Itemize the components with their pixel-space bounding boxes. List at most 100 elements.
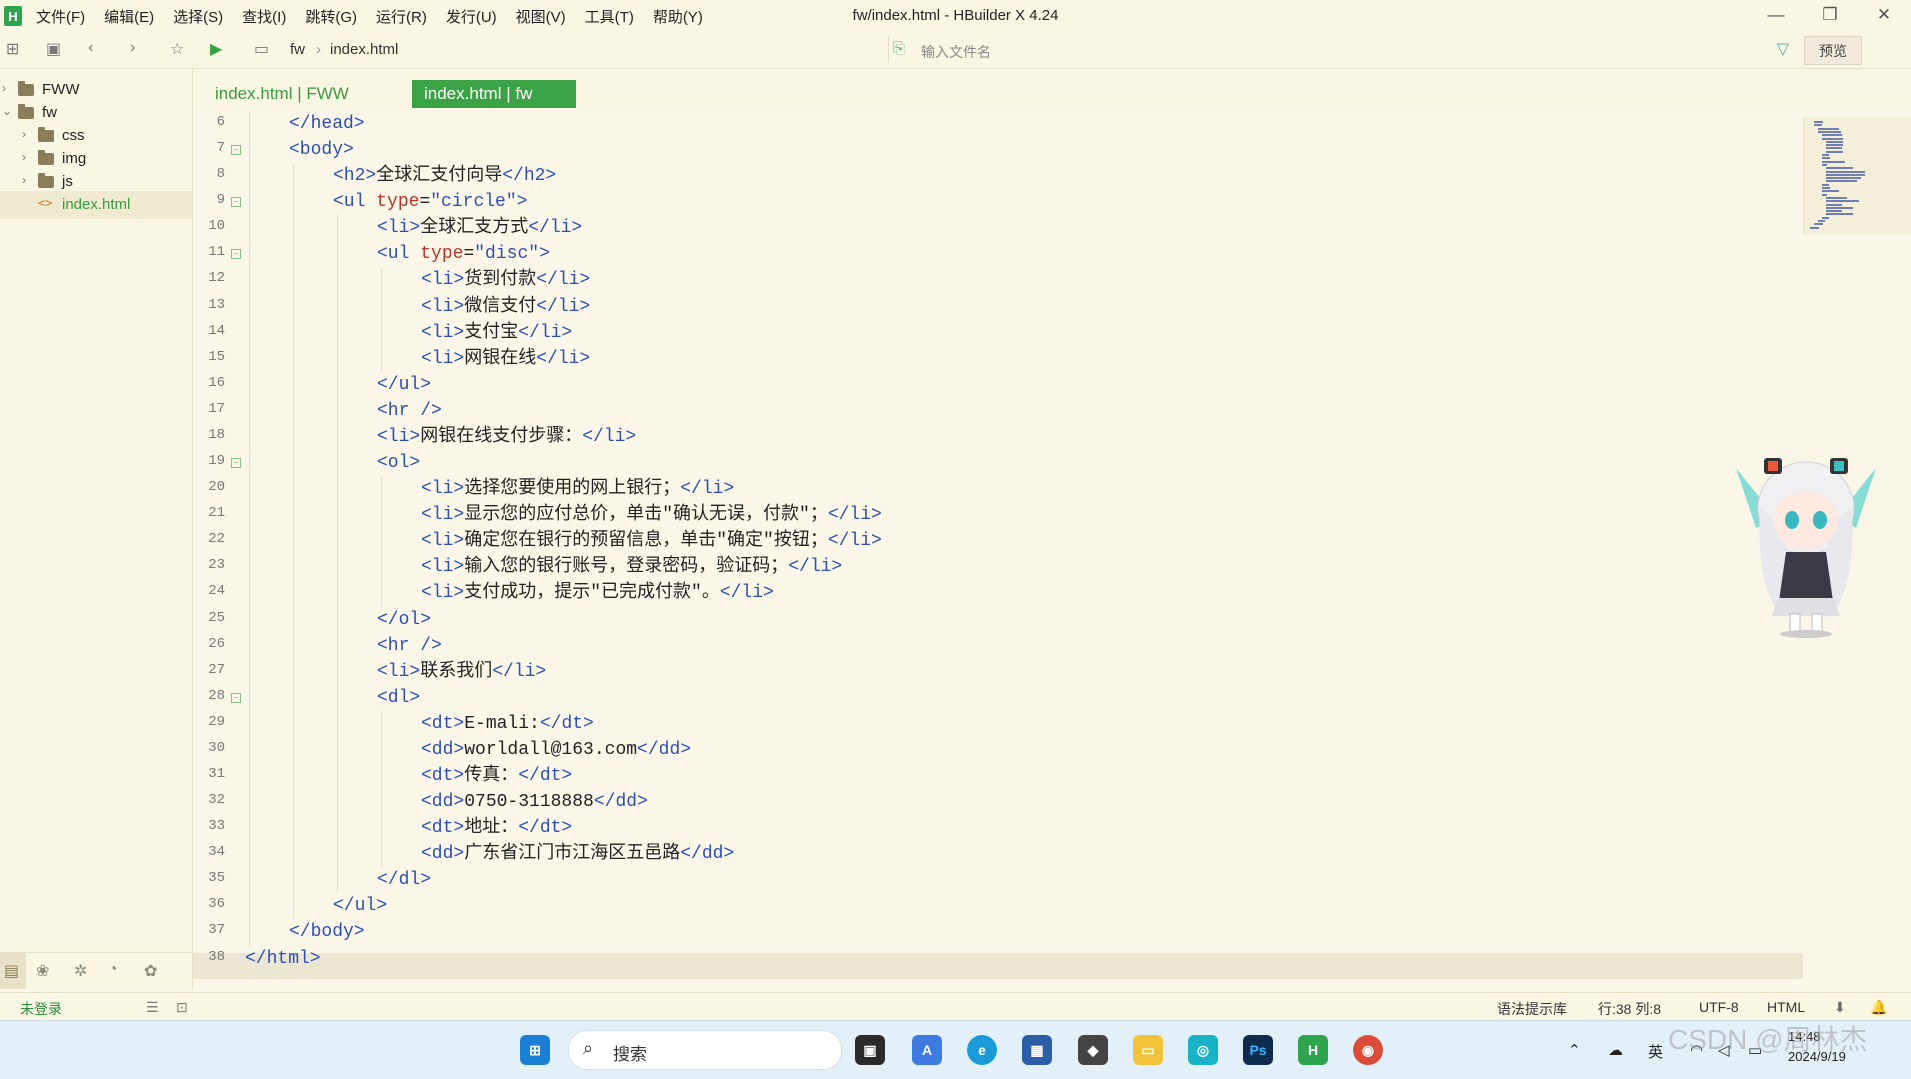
chevron-right-icon[interactable]: › [22,173,26,187]
code-line[interactable]: <li>网银在线</li> [245,346,1911,372]
code-line[interactable]: <h2>全球汇支付向导</h2> [245,163,1883,189]
file-explorer-icon[interactable]: ▭ [1133,1035,1163,1065]
edge-browser-icon[interactable]: e [967,1035,997,1065]
minimap[interactable] [1803,117,1911,234]
fold-toggle-icon[interactable]: − [231,197,241,208]
code-line[interactable]: <li>网银在线支付步骤：</li> [245,424,1911,450]
code-line[interactable]: <ul type="disc"> [245,241,1911,267]
code-line[interactable]: <li>确定您在银行的预留信息，单击"确定"按钮；</li> [245,528,1911,554]
code-line[interactable]: </dl> [245,867,1911,893]
code-line[interactable]: <dt>地址：</dt> [245,815,1911,841]
chevron-right-icon[interactable]: › [22,150,26,164]
code-line[interactable]: <dd>0750-3118888</dd> [245,789,1911,815]
menu-item[interactable]: 文件(F) [36,6,85,27]
code-line[interactable]: <dd>广东省江门市江海区五邑路</dd> [245,841,1911,867]
login-status[interactable]: 未登录 [20,999,62,1019]
code-editor[interactable]: 6 7−8 9−10 11−12 13 14 15 16 17 18 19−20 21 22 23 24 25… [193,109,1803,979]
language-mode[interactable]: HTML [1767,999,1805,1015]
menu-item[interactable]: 工具(T) [585,6,634,27]
outline-icon[interactable]: ☰ [146,999,159,1016]
unity-hub-icon[interactable]: ◆ [1078,1035,1108,1065]
app-ring-icon[interactable]: ◎ [1188,1035,1218,1065]
code-line[interactable]: <li>联系我们</li> [245,659,1911,685]
file-search-bar[interactable]: ⎘ 输入文件名 ▽ [888,36,1795,63]
favorite-star-icon[interactable]: ☆ [170,39,184,59]
notification-bell-icon[interactable]: 🔔 [1870,999,1887,1016]
code-line[interactable]: </ul> [245,372,1911,398]
save-icon[interactable]: ▣ [46,39,61,59]
debug-icon[interactable]: ✲ [74,961,87,981]
code-line[interactable]: <dl> [245,685,1911,711]
code-line[interactable]: <li>支付成功，提示"已完成付款"。</li> [245,580,1911,606]
code-line[interactable]: </body> [245,919,1839,945]
code-line[interactable]: <li>显示您的应付总价，单击"确认无误，付款"；</li> [245,502,1911,528]
code-line[interactable]: <dd>worldall@163.com</dd> [245,737,1911,763]
encoding-indicator[interactable]: UTF-8 [1699,999,1739,1015]
forward-icon[interactable]: › [130,39,135,57]
file-search-input[interactable]: 输入文件名 [921,42,991,62]
preview-button[interactable]: 预览 [1804,36,1862,65]
taskbar-search[interactable]: ⌕ 搜索 [568,1030,842,1070]
tab-index-fw[interactable]: index.html | fw [412,80,576,108]
code-line[interactable]: <ol> [245,450,1911,476]
filter-icon[interactable]: ▽ [1777,39,1789,59]
code-line[interactable]: <hr /> [245,398,1911,424]
code-line[interactable]: </ul> [245,893,1883,919]
task-view-icon[interactable]: ▣ [855,1035,885,1065]
menu-item[interactable]: 选择(S) [173,6,223,27]
hbuilder-taskbar-icon[interactable]: H [1298,1035,1328,1065]
breadcrumb-file[interactable]: index.html [330,41,398,58]
plugin-icon[interactable]: ❀ [36,961,49,981]
source-control-icon[interactable]: ◔ [108,961,118,979]
code-line[interactable]: </ol> [245,607,1911,633]
code-line[interactable]: <li>支付宝</li> [245,320,1911,346]
microsoft-store-icon[interactable]: ▦ [1022,1035,1052,1065]
chevron-right-icon[interactable]: › [22,127,26,141]
menu-item[interactable]: 发行(U) [446,6,497,27]
windows-start-icon[interactable]: ⊞ [520,1035,550,1065]
restore-icon[interactable]: ❐ [1803,0,1857,32]
terminal-icon[interactable]: ⊡ [176,999,188,1016]
code-line[interactable]: <ul type="circle"> [245,189,1883,215]
tree-item-index-html[interactable]: <> index.html [0,191,192,219]
code-line[interactable]: <li>输入您的银行账号，登录密码，验证码；</li> [245,554,1911,580]
ime-indicator[interactable]: 英 [1648,1041,1663,1062]
code-line[interactable]: </html> [245,946,1795,972]
menu-item[interactable]: 视图(V) [516,6,566,27]
tab-index-fww[interactable]: index.html | FWW [203,80,361,108]
run-icon[interactable]: ▶ [210,39,222,59]
tray-overflow-icon[interactable]: ⌃ [1568,1041,1581,1059]
code-line[interactable]: <dt>传真：</dt> [245,763,1911,789]
fold-toggle-icon[interactable]: − [231,458,241,469]
extension-icon[interactable]: ✿ [144,961,157,981]
minimize-icon[interactable]: — [1749,0,1803,32]
cursor-position[interactable]: 行:38 列:8 [1598,999,1661,1019]
project-manager-icon[interactable]: ▤ [4,961,19,981]
code-line[interactable]: <hr /> [245,633,1911,659]
code-line[interactable]: <dt>E-mali:</dt> [245,711,1911,737]
chevron-right-icon[interactable]: › [2,81,6,95]
code-line[interactable]: <li>选择您要使用的网上银行；</li> [245,476,1911,502]
breadcrumb-folder[interactable]: fw [290,41,305,58]
download-icon[interactable]: ⬇ [1834,999,1846,1016]
close-icon[interactable]: ✕ [1857,0,1911,32]
back-icon[interactable]: ‹ [88,39,93,57]
fold-toggle-icon[interactable]: − [231,692,241,703]
fold-toggle-icon[interactable]: − [231,249,241,260]
code-line[interactable]: <body> [245,137,1839,163]
app-store-a-icon[interactable]: A [912,1035,942,1065]
chrome-browser-icon[interactable]: ◉ [1353,1035,1383,1065]
menu-item[interactable]: 查找(I) [242,6,286,27]
new-file-icon[interactable]: ⊞ [6,39,19,59]
code-line[interactable]: <li>微信支付</li> [245,294,1911,320]
photoshop-icon[interactable]: Ps [1243,1035,1273,1065]
code-line[interactable]: </head> [245,111,1839,137]
onedrive-icon[interactable]: ☁ [1608,1041,1623,1059]
code-line[interactable]: <li>全球汇支方式</li> [245,215,1911,241]
syntax-library-button[interactable]: 语法提示库 [1497,999,1567,1019]
menu-item[interactable]: 跳转(G) [305,6,357,27]
menu-item[interactable]: 帮助(Y) [653,6,703,27]
menu-item[interactable]: 编辑(E) [104,6,154,27]
chevron-down-icon[interactable]: ⌄ [2,104,12,118]
menu-item[interactable]: 运行(R) [376,6,427,27]
